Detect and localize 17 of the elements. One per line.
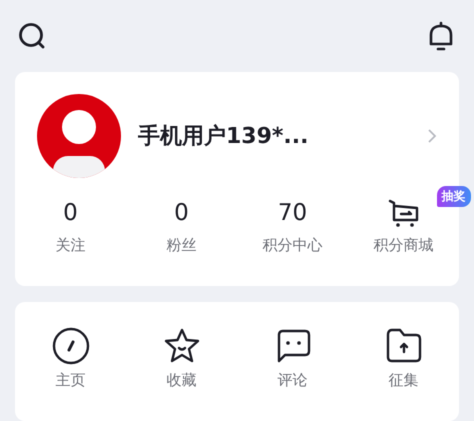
user-name: 手机用户139*... — [138, 123, 310, 151]
shortcut-button[interactable]: 评论 — [237, 327, 348, 390]
bell-icon[interactable] — [427, 21, 455, 51]
search-icon[interactable] — [18, 22, 46, 50]
stat-value: 0 — [63, 199, 78, 228]
compass-icon — [52, 327, 90, 366]
lottery-badge: 抽奖 — [436, 186, 470, 207]
stat-value: 0 — [174, 199, 189, 228]
stat-value: 70 — [278, 199, 308, 228]
shortcut-button[interactable]: 征集 — [348, 327, 459, 390]
shortcut-button[interactable]: 收藏 — [126, 327, 237, 390]
shortcut-button[interactable]: 主页 — [15, 327, 126, 390]
stat-label[interactable]: 粉丝 — [166, 236, 196, 255]
stat-label[interactable]: 关注 — [56, 236, 86, 255]
stat-label[interactable]: 积分中心 — [262, 236, 322, 255]
cart-icon — [388, 198, 420, 228]
stat-label[interactable]: 积分商城 — [374, 236, 434, 255]
